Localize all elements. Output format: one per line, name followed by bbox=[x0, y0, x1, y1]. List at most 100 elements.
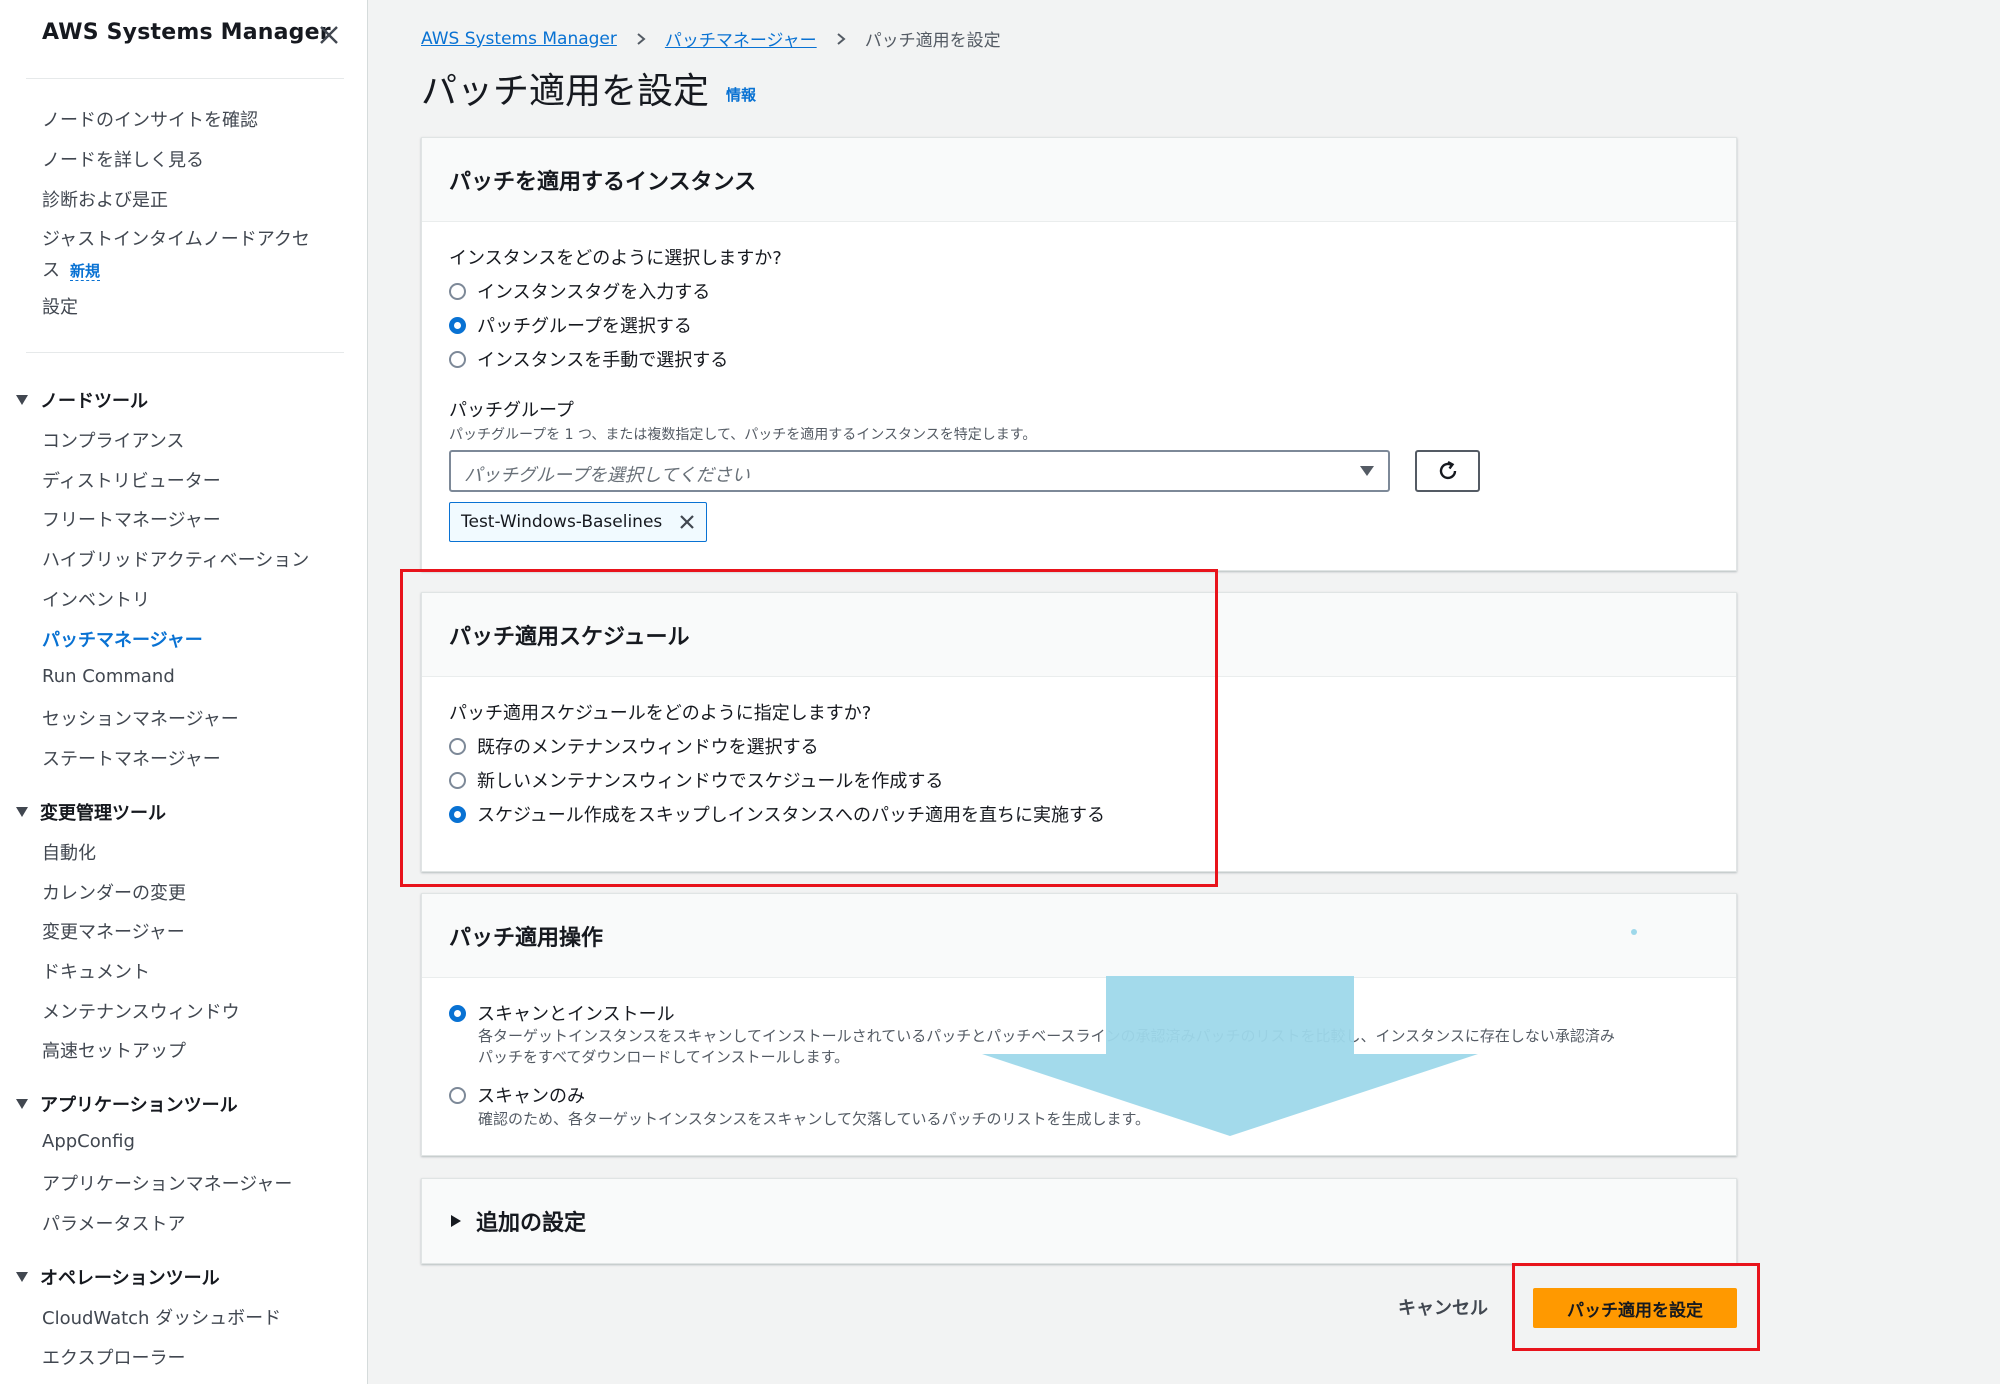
new-badge: 新規 bbox=[70, 262, 101, 281]
radio-manual-selection[interactable]: インスタンスを手動で選択する bbox=[449, 346, 728, 372]
caret-down-icon bbox=[16, 1099, 28, 1109]
side-navigation: AWS Systems Manager ノードのインサイトを確認 ノードを詳しく… bbox=[0, 0, 368, 1384]
sidebar-app-title[interactable]: AWS Systems Manager bbox=[42, 20, 331, 45]
radio-circle bbox=[449, 771, 466, 789]
caret-down-icon bbox=[16, 1272, 28, 1282]
sidebar-item-cloudwatch-dashboard[interactable]: CloudWatch ダッシュボード bbox=[42, 1304, 281, 1330]
sidebar-item-automation[interactable]: 自動化 bbox=[42, 839, 96, 865]
sidebar-item-parameter-store[interactable]: パラメータストア bbox=[42, 1210, 185, 1236]
sidebar-item-change-manager[interactable]: 変更マネージャー bbox=[42, 918, 185, 944]
sidebar-divider bbox=[26, 352, 344, 353]
sidebar-item-quick-setup[interactable]: 高速セットアップ bbox=[42, 1037, 186, 1063]
panel-header: パッチ適用スケジュール bbox=[422, 593, 1736, 677]
schedule-panel: パッチ適用スケジュール パッチ適用スケジュールをどのように指定しますか? 既存の… bbox=[421, 592, 1737, 872]
radio-scan-and-install[interactable]: スキャンとインストール bbox=[449, 1000, 675, 1026]
panel-header: パッチ適用操作 bbox=[422, 894, 1736, 978]
sidebar-item-label: 診断および是正 bbox=[42, 190, 168, 211]
expander-label: 追加の設定 bbox=[476, 1211, 587, 1236]
chevron-right-icon bbox=[837, 32, 846, 45]
radio-label: スケジュール作成をスキップしインスタンスへのパッチ適用を直ちに実施する bbox=[477, 805, 1106, 826]
sidebar-section-change-management[interactable]: 変更管理ツール bbox=[16, 799, 166, 825]
radio-patch-group[interactable]: パッチグループを選択する bbox=[449, 312, 692, 338]
sidebar-item-label: ノードを詳しく見る bbox=[42, 150, 204, 171]
refresh-icon bbox=[1439, 460, 1456, 480]
sidebar-item-distributor[interactable]: ディストリビューター bbox=[42, 467, 221, 493]
sidebar-section-node-tools[interactable]: ノードツール bbox=[16, 387, 148, 413]
instance-selection-question: インスタンスをどのように選択しますか? bbox=[449, 248, 782, 269]
caret-down-icon bbox=[16, 807, 28, 817]
radio-new-maintenance-window[interactable]: 新しいメンテナンスウィンドウでスケジュールを作成する bbox=[449, 767, 943, 793]
radio-circle bbox=[449, 282, 466, 300]
sidebar-section-title: オペレーションツール bbox=[40, 1268, 220, 1289]
cancel-button[interactable]: キャンセル bbox=[1398, 1294, 1488, 1320]
sidebar-item-node-insights[interactable]: ノードのインサイトを確認 bbox=[42, 106, 258, 132]
radio-label: インスタンスタグを入力する bbox=[477, 282, 711, 303]
description-line: 確認のため、各ターゲットインスタンスをスキャンして欠落しているパッチのリストを生… bbox=[478, 1110, 1151, 1128]
radio-label: パッチグループを選択する bbox=[477, 316, 692, 337]
radio-label: 新しいメンテナンスウィンドウでスケジュールを作成する bbox=[477, 771, 944, 792]
caret-down-icon bbox=[1360, 466, 1374, 476]
sidebar-item-compliance[interactable]: コンプライアンス bbox=[42, 427, 184, 453]
select-placeholder: パッチグループを選択してください bbox=[464, 465, 750, 486]
radio-circle bbox=[449, 350, 466, 368]
sidebar-item-label: ス bbox=[42, 260, 60, 281]
close-icon[interactable] bbox=[678, 513, 696, 531]
sidebar-item-jit-access[interactable]: ジャストインタイムノードアクセ ス新規 bbox=[42, 225, 310, 282]
radio-label: インスタンスを手動で選択する bbox=[477, 350, 729, 371]
radio-label: スキャンのみ bbox=[477, 1086, 585, 1107]
breadcrumb-current: パッチ適用を設定 bbox=[864, 31, 1001, 51]
radio-existing-maintenance-window[interactable]: 既存のメンテナンスウィンドウを選択する bbox=[449, 733, 819, 759]
breadcrumb-link-patch-manager[interactable]: パッチマネージャー bbox=[665, 26, 817, 51]
configure-patching-button[interactable]: パッチ適用を設定 bbox=[1533, 1288, 1737, 1328]
sidebar-item-settings[interactable]: 設定 bbox=[42, 293, 78, 319]
sidebar-item-state-manager[interactable]: ステートマネージャー bbox=[42, 745, 221, 771]
close-icon[interactable] bbox=[316, 22, 342, 48]
caret-down-icon bbox=[16, 395, 28, 405]
sidebar-item-application-manager[interactable]: アプリケーションマネージャー bbox=[42, 1170, 292, 1196]
scan-install-description: 各ターゲットインスタンスをスキャンしてインストールされているパッチとパッチベース… bbox=[478, 1026, 1615, 1068]
sidebar-section-operations-tools[interactable]: オペレーションツール bbox=[16, 1264, 220, 1290]
sidebar-item-explorer[interactable]: エクスプローラー bbox=[42, 1344, 185, 1370]
panel-header: パッチを適用するインスタンス bbox=[422, 138, 1736, 222]
additional-settings-expander[interactable]: 追加の設定 bbox=[422, 1179, 1736, 1263]
sidebar-divider bbox=[26, 78, 344, 79]
scan-only-description: 確認のため、各ターゲットインスタンスをスキャンして欠落しているパッチのリストを生… bbox=[478, 1109, 1150, 1130]
sidebar-section-title: 変更管理ツール bbox=[40, 803, 166, 824]
sidebar-section-application-tools[interactable]: アプリケーションツール bbox=[16, 1091, 238, 1117]
breadcrumb-link-systems-manager[interactable]: AWS Systems Manager bbox=[421, 29, 617, 49]
sidebar-item-diagnose[interactable]: 診断および是正 bbox=[42, 186, 168, 212]
sidebar-item-appconfig[interactable]: AppConfig bbox=[42, 1131, 135, 1152]
sidebar-item-documents[interactable]: ドキュメント bbox=[42, 958, 150, 984]
patch-group-label: パッチグループ bbox=[449, 400, 574, 421]
sidebar-item-inventory[interactable]: インベントリ bbox=[42, 586, 150, 612]
sidebar-item-patch-manager[interactable]: パッチマネージャー bbox=[42, 626, 203, 652]
patch-group-token: Test-Windows-Baselines bbox=[449, 502, 707, 542]
sidebar-item-hybrid-activations[interactable]: ハイブリッドアクティベーション bbox=[42, 546, 309, 572]
caret-right-icon bbox=[451, 1215, 461, 1227]
radio-circle bbox=[449, 737, 466, 755]
sidebar-item-run-command[interactable]: Run Command bbox=[42, 666, 175, 687]
radio-label: 既存のメンテナンスウィンドウを選択する bbox=[477, 737, 819, 758]
radio-scan-only[interactable]: スキャンのみ bbox=[449, 1082, 585, 1108]
sidebar-item-maintenance-windows[interactable]: メンテナンスウィンドウ bbox=[42, 998, 240, 1024]
token-label: Test-Windows-Baselines bbox=[461, 512, 663, 532]
radio-circle bbox=[449, 1086, 466, 1104]
patch-group-description: パッチグループを 1 つ、または複数指定して、パッチを適用するインスタンスを特定… bbox=[449, 427, 1037, 443]
sidebar-item-fleet-manager[interactable]: フリートマネージャー bbox=[42, 506, 221, 532]
info-link[interactable]: 情報 bbox=[726, 84, 756, 105]
page-title: パッチ適用を設定 bbox=[421, 71, 710, 112]
sidebar-item-label: ジャストインタイムノードアクセ bbox=[42, 229, 310, 250]
sidebar-item-change-calendar[interactable]: カレンダーの変更 bbox=[42, 879, 186, 905]
chevron-right-icon bbox=[637, 32, 646, 45]
sidebar-item-explore-nodes[interactable]: ノードを詳しく見る bbox=[42, 146, 204, 172]
radio-skip-scheduling[interactable]: スケジュール作成をスキップしインスタンスへのパッチ適用を直ちに実施する bbox=[449, 801, 1105, 827]
sidebar-item-session-manager[interactable]: セッションマネージャー bbox=[42, 705, 239, 731]
instances-panel: パッチを適用するインスタンス インスタンスをどのように選択しますか? インスタン… bbox=[421, 137, 1737, 571]
patch-group-select[interactable]: パッチグループを選択してください bbox=[449, 450, 1390, 492]
additional-settings-panel: 追加の設定 bbox=[421, 1178, 1737, 1264]
refresh-button[interactable] bbox=[1415, 450, 1480, 492]
radio-instance-tags[interactable]: インスタンスタグを入力する bbox=[449, 278, 710, 304]
sidebar-section-title: アプリケーションツール bbox=[40, 1095, 238, 1116]
radio-label: スキャンとインストール bbox=[477, 1004, 675, 1025]
sidebar-item-label: ノードのインサイトを確認 bbox=[42, 110, 258, 131]
